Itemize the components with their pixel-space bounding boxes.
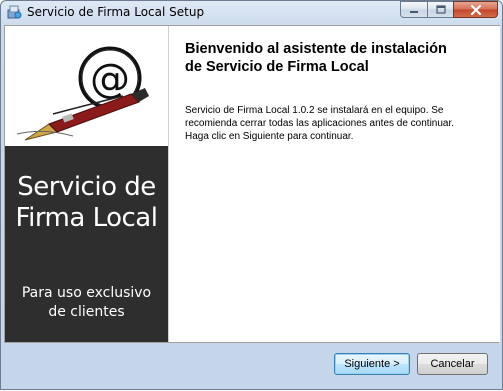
window-title: Servicio de Firma Local Setup xyxy=(27,5,205,19)
product-title: Servicio de Firma Local xyxy=(15,172,158,233)
wizard-footer: Siguiente > Cancelar xyxy=(1,342,502,391)
next-button[interactable]: Siguiente > xyxy=(334,353,410,375)
svg-text:@: @ xyxy=(90,56,130,102)
welcome-heading: Bienvenido al asistente de instalación d… xyxy=(185,41,447,75)
close-button[interactable] xyxy=(453,1,498,18)
wizard-content: @ Servicio de Firma Local Para uso exclu… xyxy=(4,25,500,342)
title-bar[interactable]: Servicio de Firma Local Setup xyxy=(1,1,502,23)
setup-window: Servicio de Firma Local Setup @ Servicio… xyxy=(0,0,503,390)
close-icon xyxy=(470,4,481,15)
sidebar-banner: Servicio de Firma Local Para uso exclusi… xyxy=(5,146,168,342)
product-subtitle: Para uso exclusivo de clientes xyxy=(21,285,152,320)
minimize-button[interactable] xyxy=(400,1,427,18)
maximize-icon xyxy=(435,5,446,14)
at-sign-pen-logo-icon: @ xyxy=(16,46,149,141)
maximize-button[interactable] xyxy=(427,1,453,18)
minimize-icon xyxy=(410,10,418,13)
installer-icon xyxy=(7,5,22,19)
welcome-description: Servicio de Firma Local 1.0.2 se instala… xyxy=(185,105,455,142)
wizard-sidebar: @ Servicio de Firma Local Para uso exclu… xyxy=(5,26,168,342)
footer-divider xyxy=(4,342,499,343)
sidebar-divider xyxy=(168,26,169,342)
cancel-button[interactable]: Cancelar xyxy=(417,353,488,375)
